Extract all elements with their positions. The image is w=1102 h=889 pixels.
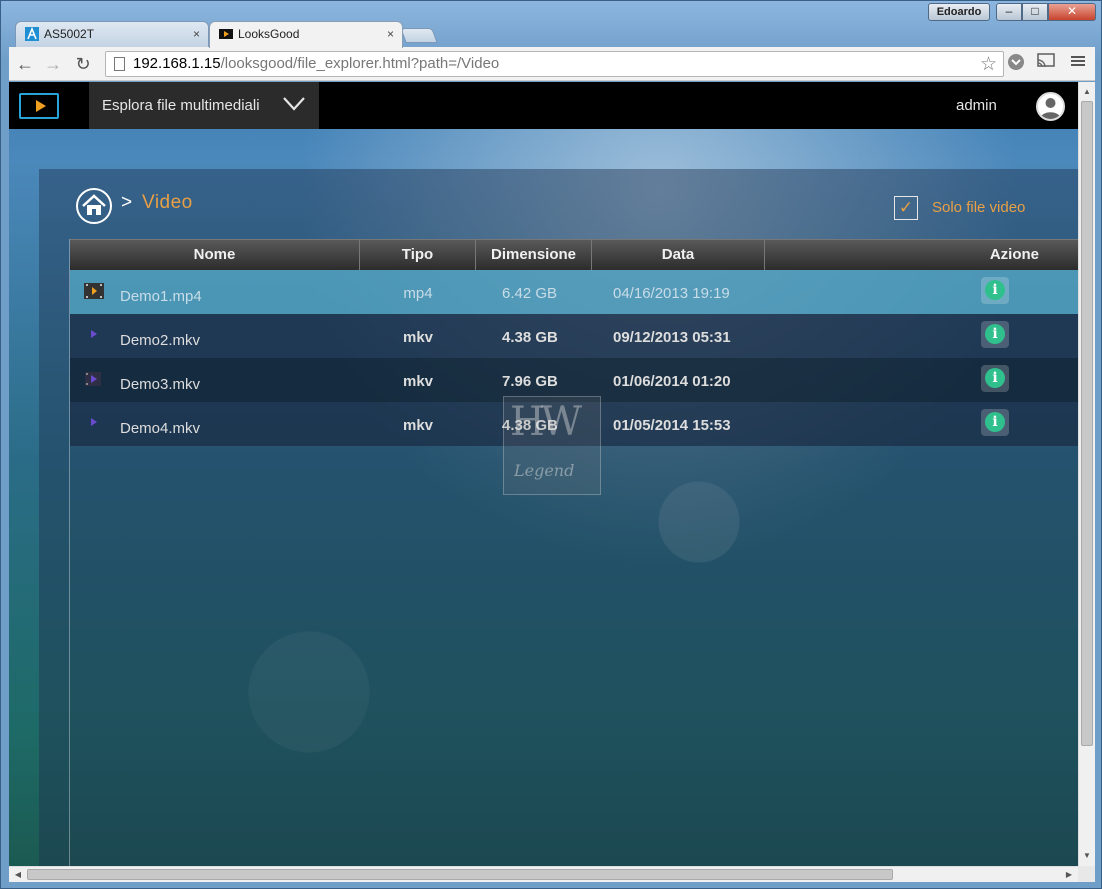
file-size: 4.38 GB [502,329,558,346]
title-bar: Edoardo – □ ✕ AS5002T × LooksGood × [1,1,1101,48]
file-name: Demo2.mkv [120,332,201,349]
file-date: 01/05/2014 15:53 [613,417,731,434]
user-avatar-icon[interactable] [1036,92,1065,121]
vertical-scrollbar[interactable]: ▲ ▼ [1078,82,1095,866]
info-icon: i [985,368,1005,388]
video-file-icon [84,283,104,299]
maximize-button[interactable]: □ [1022,3,1048,21]
watermark-sub: Legend [514,461,575,480]
breadcrumb-separator: > [121,192,133,213]
info-button[interactable]: i [981,409,1009,436]
vertical-scroll-thumb[interactable] [1081,101,1093,746]
scroll-up-arrow-icon[interactable]: ▲ [1079,84,1095,100]
extension-shield-icon[interactable] [1005,53,1027,75]
user-name[interactable]: admin [956,97,997,114]
file-size: 6.42 GB [502,285,558,302]
horizontal-scroll-thumb[interactable] [27,869,893,880]
address-bar[interactable]: 192.168.1.15/looksgood/file_explorer.htm… [105,51,1004,77]
app-header: Esplora file multimediali admin [9,82,1078,129]
column-header-name[interactable]: Nome [70,240,360,270]
forward-button[interactable]: → [41,52,65,76]
file-name: Demo3.mkv [120,376,201,393]
scrollbar-corner [1078,866,1095,882]
info-button[interactable]: i [981,321,1009,348]
play-file-icon [91,330,97,338]
video-only-checkbox[interactable]: ✓ [894,196,918,220]
scroll-down-arrow-icon[interactable]: ▼ [1079,848,1095,864]
column-header-type[interactable]: Tipo [360,240,476,270]
video-file-icon [85,372,101,386]
file-name: Demo4.mkv [120,420,201,437]
tab-title: LooksGood [238,27,300,41]
info-icon: i [985,412,1005,432]
reload-button[interactable]: ↻ [71,52,95,76]
column-header-action: Azione [989,246,1039,263]
tab-as5002t[interactable]: AS5002T × [15,21,209,47]
watermark-main: HW [510,399,582,445]
looksgood-logo-icon[interactable] [19,93,59,119]
home-icon[interactable] [76,188,112,224]
file-table: Nome Tipo Dimensione Data Azione Demo1.m… [69,239,1078,866]
new-tab-button[interactable] [400,28,438,43]
file-size: 7.96 GB [502,373,558,390]
file-type: mkv [402,417,434,434]
window-user-badge[interactable]: Edoardo [928,3,990,21]
column-header-size[interactable]: Dimensione [476,240,592,270]
back-button[interactable]: ← [13,52,37,76]
info-button[interactable]: i [981,365,1009,392]
menu-label: Esplora file multimediali [102,97,260,114]
close-window-button[interactable]: ✕ [1048,3,1096,21]
file-type: mkv [402,329,434,346]
browser-window: Edoardo – □ ✕ AS5002T × LooksGood × ← → … [0,0,1102,889]
table-row[interactable]: Demo1.mp4 mp4 6.42 GB 04/16/2013 19:19 i [70,270,1078,314]
play-file-icon [91,418,97,426]
info-icon: i [985,324,1005,344]
bookmark-star-icon[interactable]: ☆ [980,53,997,76]
table-row[interactable]: Demo2.mkv mkv 4.38 GB 09/12/2013 05:31 i [70,314,1078,358]
scroll-left-arrow-icon[interactable]: ◀ [11,867,25,883]
minimize-button[interactable]: – [996,3,1022,21]
url-text[interactable]: 192.168.1.15/looksgood/file_explorer.htm… [133,55,499,72]
url-host: 192.168.1.15 [133,55,221,72]
cast-icon[interactable] [1035,53,1057,75]
column-header-date[interactable]: Data [592,240,765,270]
breadcrumb-current: Video [142,192,193,213]
tab-close-icon[interactable]: × [387,22,394,46]
web-viewport: Esplora file multimediali admin > Video … [9,82,1078,866]
info-button[interactable]: i [981,277,1009,304]
asustor-favicon-icon [25,27,39,41]
file-type: mp4 [403,285,433,302]
info-icon: i [985,280,1005,300]
file-explorer-panel: > Video ✓ Solo file video Nome Tipo Dime… [39,169,1078,866]
tab-close-icon[interactable]: × [193,22,200,46]
page-icon [114,57,125,71]
watermark-logo: HW Legend [503,396,601,495]
media-explorer-menu[interactable]: Esplora file multimediali [89,82,319,129]
file-date: 01/06/2014 01:20 [613,373,731,390]
url-path: /looksgood/file_explorer.html?path=/Vide… [220,55,500,72]
scroll-right-arrow-icon[interactable]: ▶ [1062,867,1076,883]
tab-title: AS5002T [44,27,95,41]
looksgood-favicon-icon [219,29,233,39]
chevron-down-icon [283,97,305,111]
tab-looksgood[interactable]: LooksGood × [209,21,403,48]
video-only-label[interactable]: Solo file video [932,199,1025,216]
file-name: Demo1.mp4 [120,288,202,305]
browser-toolbar: ← → ↻ 192.168.1.15/looksgood/file_explor… [9,47,1095,81]
horizontal-scrollbar[interactable]: ◀ ▶ [9,866,1078,882]
file-date: 09/12/2013 05:31 [613,329,731,346]
file-date: 04/16/2013 19:19 [613,285,730,302]
file-type: mkv [402,373,434,390]
menu-hamburger-icon[interactable] [1067,53,1089,75]
table-header: Nome Tipo Dimensione Data Azione [70,239,1078,270]
